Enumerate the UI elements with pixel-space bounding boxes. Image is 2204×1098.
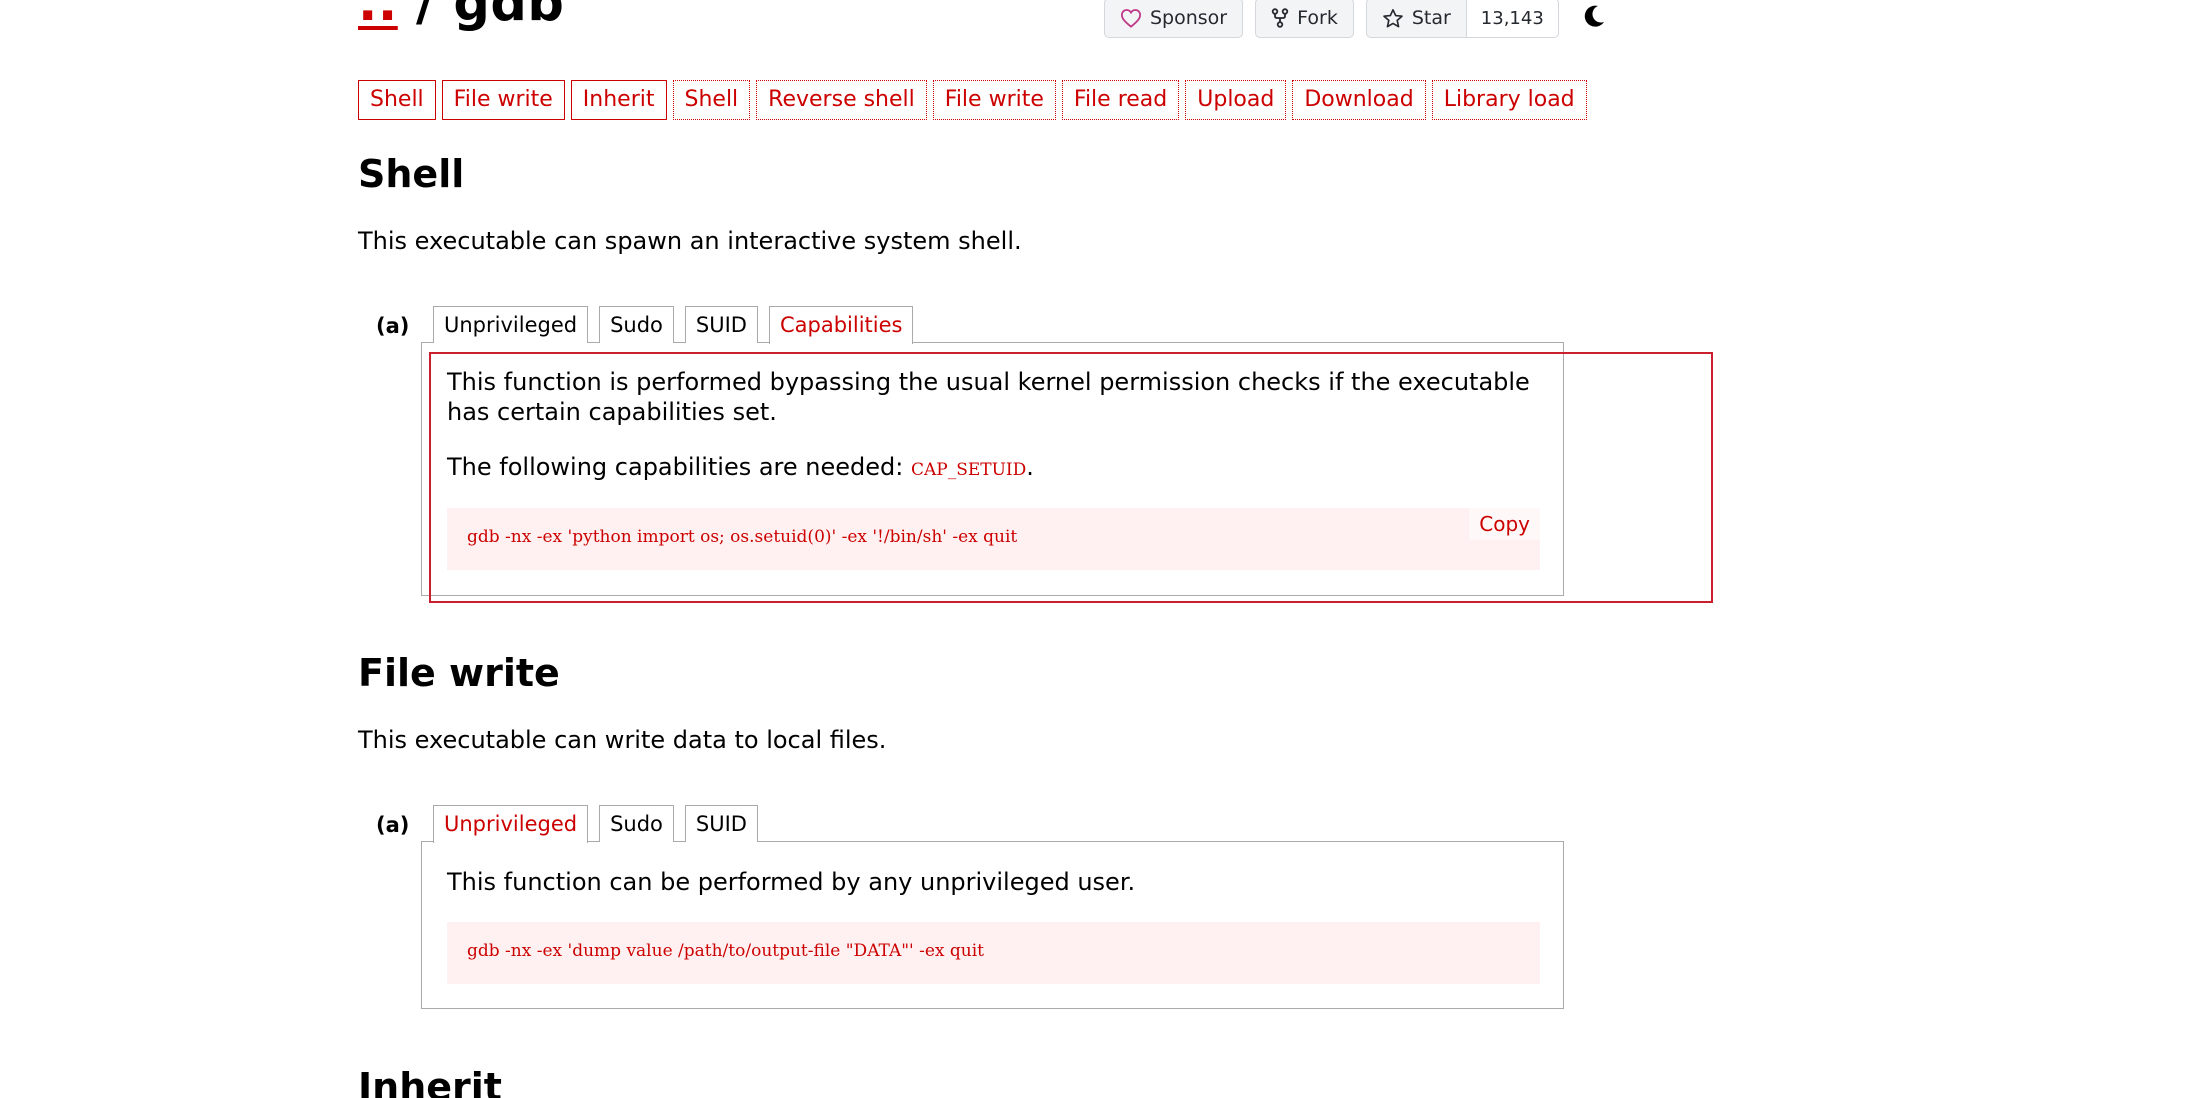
tab-unprivileged[interactable]: Unprivileged [433,306,589,343]
section-heading-inherit: Inherit [358,1065,502,1098]
tab-row-shell: Unprivileged Sudo SUID Capabilities [433,306,914,344]
parent-link[interactable]: .. [358,0,398,33]
sponsor-button[interactable]: Sponsor [1104,0,1244,38]
title-name: gdb [453,0,565,33]
star-label: Star [1411,7,1451,29]
star-button[interactable]: Star [1365,0,1467,38]
tag-file-write[interactable]: File write [441,80,565,120]
title-separator: / [397,0,454,33]
fork-icon [1271,8,1289,28]
fork-label: Fork [1297,7,1338,29]
tab-sudo[interactable]: Sudo [599,805,674,842]
tab-capabilities[interactable]: Capabilities [768,306,914,344]
tag-inherit[interactable]: Inherit [570,80,667,120]
tag-library-load[interactable]: Library load [1431,80,1587,120]
heart-icon [1120,8,1142,28]
sponsor-label: Sponsor [1150,7,1228,29]
tag-file-read[interactable]: File read [1061,80,1180,120]
section-heading-file-write: File write [358,651,560,695]
unprivileged-explanation: This function can be performed by any un… [447,868,1136,896]
tab-suid[interactable]: SUID [684,306,758,343]
tab-unprivileged[interactable]: Unprivileged [433,805,589,843]
tab-sudo[interactable]: Sudo [599,306,674,343]
tag-shell-unavailable[interactable]: Shell [672,80,751,120]
capabilities-needed: The following capabilities are needed: C… [447,452,1034,485]
code-block-shell[interactable]: gdb -nx -ex 'python import os; os.setuid… [447,508,1540,570]
tab-row-file-write: Unprivileged Sudo SUID [433,805,758,843]
tag-file-write-unavailable[interactable]: File write [932,80,1056,120]
code-shell[interactable]: gdb -nx -ex 'python import os; os.setuid… [467,527,1017,547]
dark-mode-toggle[interactable] [1581,0,1607,38]
section-heading-shell: Shell [358,152,465,196]
page-title: .. / gdb [358,0,564,29]
capability-code: CAP_SETUID [910,460,1027,480]
page: .. / gdb Sponsor Fork Star 13,143 Shell … [0,0,2204,1098]
code-block-file-write[interactable]: gdb -nx -ex 'dump value /path/to/output-… [447,922,1540,984]
tag-reverse-shell[interactable]: Reverse shell [756,80,927,120]
tag-shell[interactable]: Shell [358,80,436,120]
tab-panel-shell: This function is performed bypassing the… [421,342,1564,596]
header-actions: Sponsor Fork Star 13,143 [1104,0,1607,38]
section-description-file-write: This executable can write data to local … [358,726,887,754]
function-tags: Shell File write Inherit Shell Reverse s… [358,80,1587,120]
star-group: Star 13,143 [1365,0,1559,38]
section-description-shell: This executable can spawn an interactive… [358,227,1022,255]
tag-download[interactable]: Download [1292,80,1426,120]
tag-upload[interactable]: Upload [1185,80,1287,120]
fork-button[interactable]: Fork [1255,0,1354,38]
capabilities-needed-prefix: The following capabilities are needed: [447,453,911,481]
code-file-write[interactable]: gdb -nx -ex 'dump value /path/to/output-… [467,941,984,961]
tab-suid[interactable]: SUID [684,805,758,842]
capabilities-explanation: This function is performed bypassing the… [447,368,1530,426]
capabilities-needed-suffix: . [1026,453,1034,481]
item-label-shell: (a) [376,314,410,338]
item-label-file-write: (a) [376,813,410,837]
tab-panel-file-write: This function can be performed by any un… [421,841,1564,1009]
copy-button[interactable]: Copy [1469,508,1540,540]
moon-icon [1581,3,1607,33]
star-icon [1382,8,1404,29]
star-count[interactable]: 13,143 [1466,0,1559,38]
